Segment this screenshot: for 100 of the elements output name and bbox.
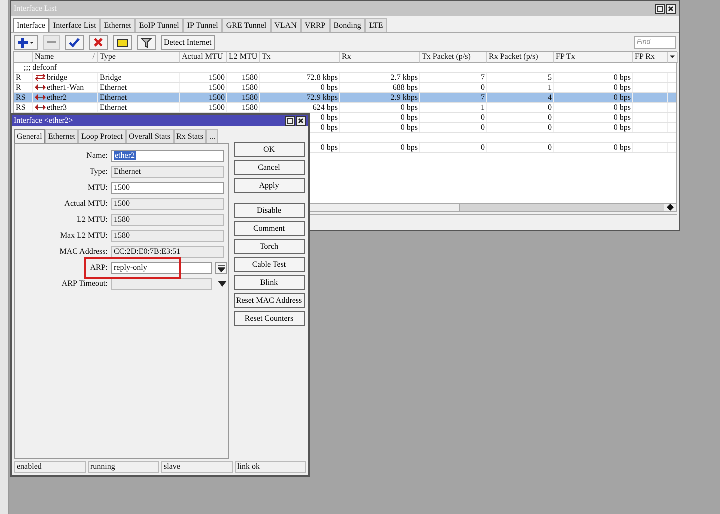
table-cell: 0 bps [400,123,418,132]
table-cell: 5 [548,73,552,82]
table-cell: 0 [548,113,552,122]
input-field[interactable]: 1500 [111,182,224,194]
tab[interactable]: Loop Protect [78,129,126,143]
dialog-button[interactable]: Cancel [234,160,305,175]
dialog-button[interactable]: Reset Counters [234,311,305,326]
table-cell: 72.8 kbps [306,73,338,82]
column-header[interactable]: Tx [260,52,340,63]
table-cell: ether3 [47,103,67,112]
table-cell: RS [16,93,26,102]
dropdown-button[interactable] [215,262,227,274]
close-icon[interactable] [666,4,676,14]
input-field[interactable]: 1580 [111,230,224,242]
ethernet-icon [35,84,46,91]
tab[interactable]: Overall Stats [126,129,174,143]
column-header[interactable]: Rx Packet (p/s) [487,52,554,63]
table-cell: Bridge [100,73,122,82]
table-row[interactable]: ;;; defconf [14,63,676,73]
table-cell: 1500 [209,73,225,82]
table-row[interactable]: RS ether2 Ethernet 1500 1580 72.9 kbps 2.9 kbps 7 4 0 bps [14,93,676,103]
dialog-button[interactable]: Reset MAC Address [234,293,305,308]
dialog-button[interactable]: Apply [234,178,305,193]
maximize-icon[interactable] [655,4,665,14]
toolbar-button[interactable] [137,34,156,50]
column-header[interactable]: Type [98,52,180,63]
column-header[interactable]: FP Tx [554,52,633,63]
input-field[interactable]: 1500 [111,198,224,210]
column-header[interactable]: Actual MTU [180,52,227,63]
tab[interactable]: IP Tunnel [183,18,222,32]
tab[interactable]: Rx Stats [174,129,206,143]
input-field[interactable]: ether2 [111,150,224,162]
table-cell: 0 [548,123,552,132]
status-text: running [88,461,159,473]
field-label: MAC Address: [60,246,108,258]
table-cell: 0 bps [614,113,631,122]
table-cell: 688 bps [392,83,418,92]
table-row[interactable]: R bridge Bridge 1500 1580 72.8 kbps 2.7 kbps 7 5 0 bps [14,73,676,83]
dropdown-icon[interactable] [218,281,227,287]
tab[interactable]: GRE Tunnel [222,18,271,32]
column-header[interactable]: Tx Packet (p/s) [420,52,487,63]
table-cell: ether2 [47,93,67,102]
maximize-icon[interactable] [285,116,295,126]
tab[interactable]: General [14,129,46,143]
table-cell: 1580 [242,73,258,82]
column-header[interactable]: L2 MTU [227,52,260,63]
table-cell: 624 bps [312,103,338,112]
table-cell: 0 bps [320,113,338,122]
toolbar-button[interactable] [89,34,108,50]
table-cell: 1580 [242,83,258,92]
table-cell: 0 bps [320,123,338,132]
dialog-button[interactable]: OK [234,142,305,157]
dialog-button[interactable]: Comment [234,221,305,236]
field-label: Type: [90,166,108,178]
table-cell: 7 [481,73,485,82]
column-header[interactable]: FP Rx [633,52,668,63]
table-cell: 1580 [242,103,258,112]
table-cell: Ethernet [100,93,128,102]
table-cell: 1 [548,83,552,92]
input-field[interactable]: Ethernet [111,166,224,178]
tab[interactable]: EoIP Tunnel [135,18,184,32]
dialog-button[interactable]: Cable Test [234,257,305,272]
dropdown-icon[interactable] [670,54,675,60]
field-label: Max L2 MTU: [60,230,108,242]
toolbar-button[interactable] [65,34,84,50]
close-icon[interactable] [296,116,306,126]
tab[interactable]: LTE [365,18,388,32]
table-cell: 1500 [209,93,225,102]
table-cell: Ethernet [100,103,128,112]
dialog-button[interactable]: Disable [234,203,305,218]
column-header[interactable]: Name / [33,52,98,63]
input-field[interactable]: 1580 [111,214,224,226]
ethernet-icon [35,104,46,111]
scroll-arrow-icon[interactable] [666,204,674,211]
tab[interactable]: Interface [13,18,50,32]
column-header[interactable]: Rx [340,52,420,63]
tab[interactable]: Interface List [49,18,100,32]
table-cell: 0 bps [614,73,631,82]
table-cell: 2.7 kbps [390,73,418,82]
input-field[interactable] [111,278,212,290]
input-field[interactable]: reply-only [111,262,212,274]
tab[interactable]: ... [206,129,218,143]
table-cell: R [16,73,22,82]
tab[interactable]: Bonding [330,18,366,32]
detect-internet-button[interactable]: Detect Internet [161,34,215,50]
tab[interactable]: VRRP [300,18,330,32]
toolbar-button[interactable] [14,34,38,50]
tab[interactable]: VLAN [270,18,301,32]
table-cell: ether1-Wan [47,83,84,92]
toolbar-button[interactable] [113,34,132,50]
input-field[interactable]: CC:2D:E0:7B:E3:51 [111,246,224,258]
table-cell: 0 bps [614,93,631,102]
tab[interactable]: Ethernet [45,129,78,143]
tab[interactable]: Ethernet [100,18,136,32]
table-cell: 0 [481,123,485,132]
dialog-button[interactable]: Torch [234,239,305,254]
field-label: ARP Timeout: [62,278,108,290]
status-text: slave [161,461,232,473]
dialog-button[interactable]: Blink [234,275,305,290]
table-cell: 0 [548,103,552,112]
